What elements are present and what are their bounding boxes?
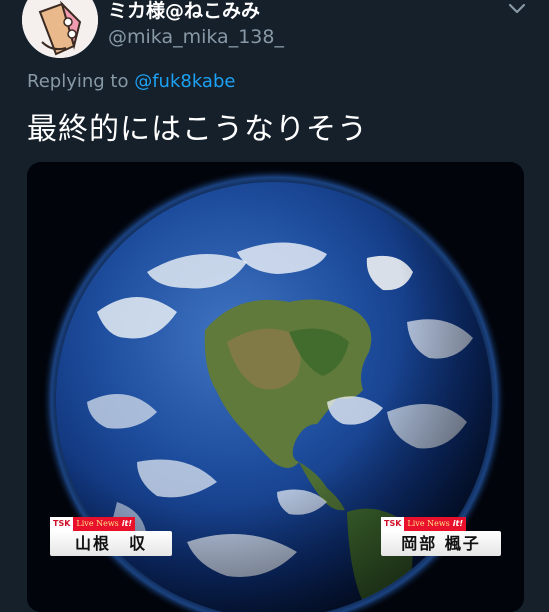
program-suffix-tag: it!: [121, 517, 135, 531]
tweet-media[interactable]: TSK Live News it! 山根 収 TSK Live News it!…: [27, 162, 524, 612]
station-tag: TSK: [50, 517, 74, 531]
user-handle[interactable]: @mika_mika_138_: [108, 26, 284, 48]
avatar[interactable]: [22, 0, 98, 58]
replying-label: Replying to: [27, 71, 135, 92]
right-name-caption: TSK Live News it! 岡部 楓子: [381, 517, 501, 557]
program-tag: Live News: [73, 517, 122, 531]
station-tag: TSK: [381, 517, 405, 531]
caption-name: 岡部 楓子: [381, 531, 501, 556]
replying-to-line: Replying to @fuk8kabe: [27, 71, 235, 92]
avatar-illustration: [22, 0, 98, 58]
program-tag: Live News: [404, 517, 453, 531]
display-name[interactable]: ミカ様@ねこみみ: [108, 0, 260, 23]
mention-link[interactable]: @fuk8kabe: [134, 71, 235, 92]
chevron-down-icon[interactable]: [504, 0, 530, 20]
program-suffix-tag: it!: [452, 517, 466, 531]
left-name-caption: TSK Live News it! 山根 収: [50, 517, 172, 557]
caption-name: 山根 収: [50, 531, 172, 556]
tweet-text: 最終的にはこうなりそう: [27, 112, 368, 147]
